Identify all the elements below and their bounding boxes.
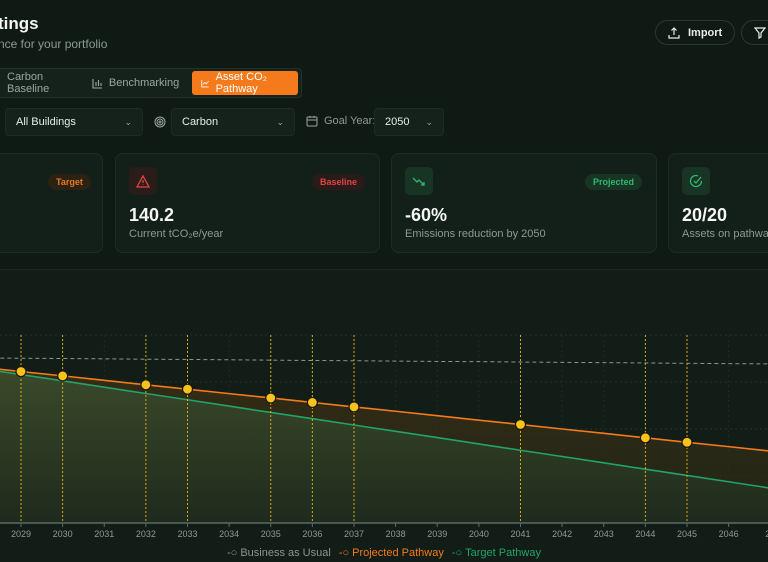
- x-tick-label: 2034: [219, 529, 239, 539]
- x-tick-label: 2035: [261, 529, 281, 539]
- x-tick-label: 2039: [427, 529, 447, 539]
- x-tick-label: 2044: [635, 529, 655, 539]
- marker-point: [639, 432, 651, 444]
- x-tick-label: 2040: [469, 529, 489, 539]
- x-tick-label: 2038: [386, 529, 406, 539]
- marker-point: [15, 365, 27, 378]
- x-tick-label: 2042: [552, 529, 572, 539]
- x-tick-label: 2032: [136, 529, 156, 539]
- legend-target[interactable]: -○ Target Pathway: [452, 547, 541, 559]
- legend-bau[interactable]: -○ Business as Usual: [227, 547, 331, 559]
- x-tick-label: 2043: [594, 529, 614, 539]
- x-tick-label: 2045: [677, 529, 697, 539]
- x-tick-label: 2036: [302, 529, 322, 539]
- x-tick-label: 2033: [177, 529, 197, 539]
- x-tick-label: 2029: [11, 529, 31, 539]
- marker-point: [306, 396, 318, 409]
- marker-point: [348, 401, 360, 413]
- x-tick-label: 2041: [510, 529, 530, 539]
- x-tick-label: 2030: [53, 529, 73, 539]
- x-tick-label: 2046: [719, 529, 739, 539]
- marker-point: [57, 370, 69, 382]
- marker-point: [181, 383, 194, 395]
- marker-point: [514, 418, 527, 431]
- x-tick-label: 2037: [344, 529, 364, 539]
- marker-point: [265, 392, 277, 404]
- pathway-chart: 2029 2030 2031 2032 2033 2034 2035 2036 2037 2038…: [0, 334, 768, 539]
- marker-point: [140, 379, 152, 391]
- marker-point: [681, 436, 693, 448]
- chart-legend: -○ Business as Usual -○ Projected Pathwa…: [0, 547, 768, 559]
- bau-line: [0, 357, 768, 365]
- legend-projected[interactable]: -○ Projected Pathway: [339, 547, 444, 559]
- x-tick-label: 2031: [94, 529, 114, 539]
